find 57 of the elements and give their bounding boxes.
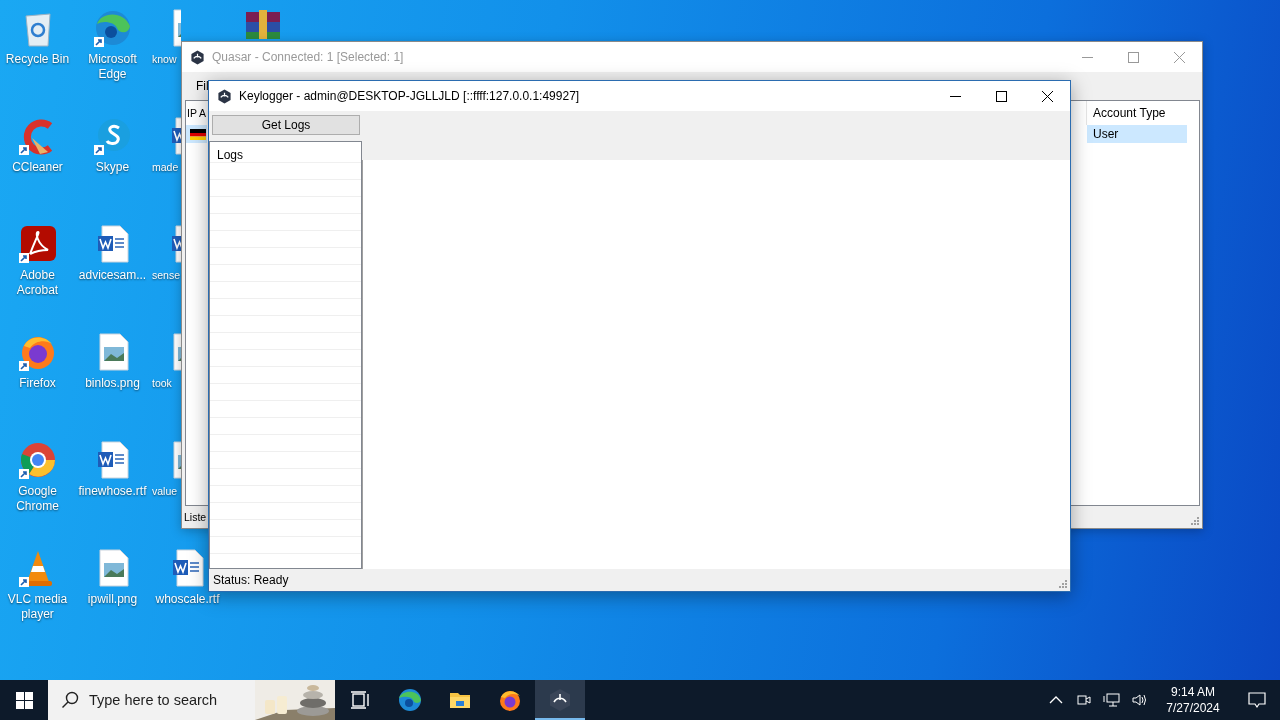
window-title: Keylogger - admin@DESKTOP-JGLLJLD [::ffff:127.0.0.1:49927]: [239, 89, 580, 103]
status-text: Liste: [184, 511, 207, 523]
icon-label: binlos.png: [84, 376, 141, 391]
maximize-icon: [995, 90, 1007, 102]
icon-label: know: [152, 52, 177, 67]
task-view-icon: [348, 688, 372, 712]
table-cell[interactable]: [186, 125, 207, 143]
network-icon[interactable]: [1103, 692, 1121, 708]
windows-logo-icon: [15, 691, 33, 709]
app-logo-icon: [548, 688, 572, 712]
icon-label: took: [152, 376, 172, 391]
icon-label: VLC media player: [6, 592, 69, 622]
icon-label: sense: [152, 268, 181, 283]
icon-label: Google Chrome: [15, 484, 60, 514]
wave-logo-icon: [398, 688, 422, 712]
icon-label: value: [152, 484, 178, 499]
ring-logo-icon[interactable]: [17, 440, 58, 480]
taskbar-button[interactable]: [535, 680, 585, 720]
get-logs-button[interactable]: Get Logs: [212, 115, 360, 135]
pdf-logo-icon[interactable]: [17, 224, 58, 264]
chevron-up-icon[interactable]: [1049, 696, 1063, 704]
flag-icon: [190, 128, 206, 140]
icon-label: Firefox: [18, 376, 57, 391]
icon-label: CCleaner: [11, 160, 64, 175]
window-title: Quasar - Connected: 1 [Selected: 1]: [212, 50, 404, 64]
app-logo-icon: [217, 88, 232, 104]
maximize-icon: [1127, 51, 1139, 63]
icon-label: Recycle Bin: [4, 52, 71, 67]
close-icon: [1173, 51, 1185, 63]
icon-label: whoscale.rtf: [154, 592, 221, 607]
icon-label: Microsoft Edge: [87, 52, 138, 82]
icon-label: ipwill.png: [86, 592, 139, 607]
icon-label: finewhose.rtf: [77, 484, 148, 499]
volume-icon[interactable]: [1131, 692, 1149, 708]
column-header[interactable]: Logs: [210, 142, 361, 163]
icon-label: Skype: [94, 160, 131, 175]
clock-date[interactable]: 7/27/2024: [1166, 700, 1220, 716]
table-cell[interactable]: User: [1087, 125, 1187, 143]
search-field[interactable]: Type here to search: [89, 682, 249, 718]
icon-label: made: [152, 160, 179, 175]
icon-label: advicesam...: [77, 268, 148, 283]
wave-logo-icon[interactable]: [92, 8, 133, 48]
notification-icon: [1248, 691, 1266, 709]
camera-icon[interactable]: [1076, 692, 1092, 708]
column-header[interactable]: IP A: [187, 107, 207, 119]
search-box[interactable]: Type here to search: [48, 680, 335, 720]
resize-grip-icon[interactable]: [1058, 579, 1067, 588]
chat-logo-icon[interactable]: [92, 116, 133, 156]
clock-time[interactable]: 9:14 AM: [1171, 684, 1215, 700]
icon-label: Adobe Acrobat: [15, 268, 60, 298]
status-text: Status: Ready: [213, 573, 289, 587]
resize-grip-icon[interactable]: [1190, 516, 1199, 525]
search-icon: [61, 691, 79, 709]
close-icon: [1041, 90, 1053, 102]
menu-item[interactable]: Fil: [196, 79, 209, 93]
app-logo-icon: [190, 49, 205, 65]
fox-logo-icon: [498, 688, 522, 712]
